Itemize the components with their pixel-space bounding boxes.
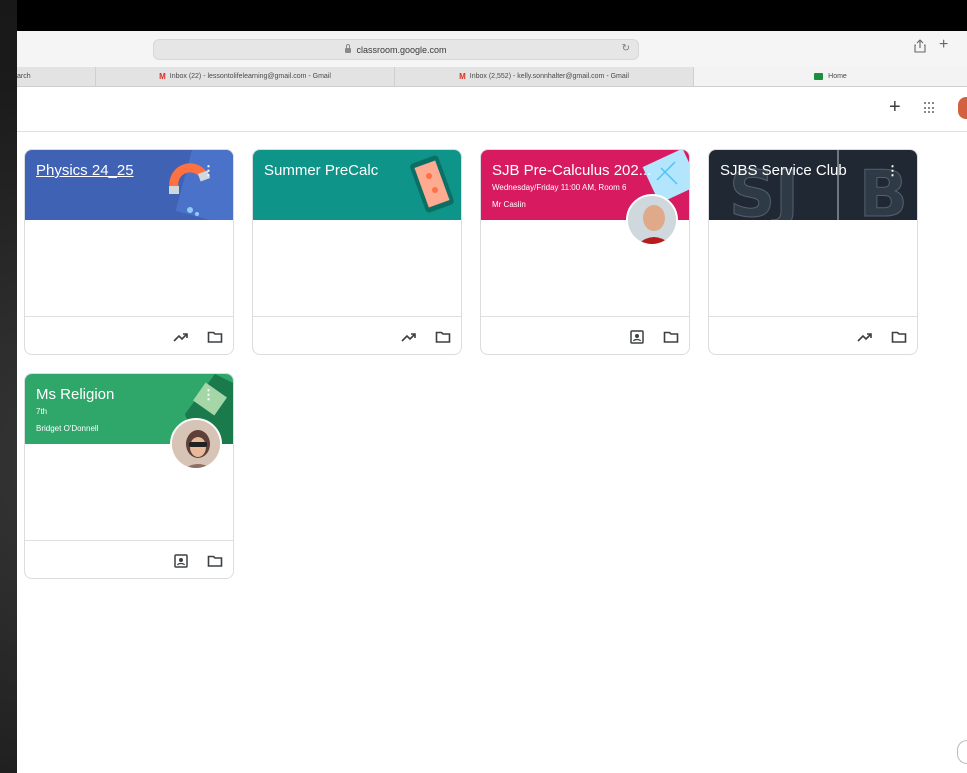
folder-icon[interactable] bbox=[207, 330, 223, 344]
gmail-icon: M bbox=[459, 72, 466, 81]
class-card-sjb-precalculus[interactable]: SJB Pre-Calculus 202... Wednesday/Friday… bbox=[480, 149, 690, 355]
assignment-ind-icon[interactable] bbox=[629, 330, 645, 344]
tab-home[interactable]: Home bbox=[694, 67, 967, 86]
apps-grid-icon[interactable] bbox=[924, 102, 936, 114]
folder-icon[interactable] bbox=[207, 554, 223, 568]
folder-icon[interactable] bbox=[663, 330, 679, 344]
more-options-icon[interactable]: ⋮ bbox=[202, 388, 215, 401]
class-teacher: Bridget O'Donnell bbox=[36, 424, 99, 433]
lock-icon bbox=[345, 44, 352, 53]
phone-illustration bbox=[410, 155, 454, 213]
class-title[interactable]: SJB Pre-Calculus 202... bbox=[492, 162, 651, 179]
tab-label: Inbox (2,552) - kelly.sonnhalter@gmail.c… bbox=[469, 73, 629, 80]
teacher-avatar bbox=[626, 194, 678, 246]
folder-icon[interactable] bbox=[891, 330, 907, 344]
reload-icon[interactable]: ↻ bbox=[622, 43, 630, 54]
card-footer bbox=[253, 316, 461, 354]
card-footer bbox=[481, 316, 689, 354]
class-section: 7th bbox=[36, 407, 48, 416]
class-title[interactable]: Physics 24_25 bbox=[36, 162, 134, 179]
trending-icon[interactable] bbox=[401, 330, 417, 344]
assignment-ind-icon[interactable] bbox=[173, 554, 189, 568]
trending-icon[interactable] bbox=[173, 330, 189, 344]
share-icon[interactable] bbox=[914, 39, 926, 56]
tab-strip: arch M Inbox (22) - lessontolifelearning… bbox=[17, 67, 967, 87]
classroom-icon bbox=[814, 73, 824, 80]
class-section: Wednesday/Friday 11:00 AM, Room 6 bbox=[492, 183, 627, 192]
class-banner: SJ B SJBS Service Club ⋮ bbox=[709, 150, 917, 220]
tab-partial[interactable]: arch bbox=[17, 67, 96, 86]
tab-label: arch bbox=[17, 73, 31, 80]
folder-icon[interactable] bbox=[435, 330, 451, 344]
class-title[interactable]: Summer PreCalc bbox=[264, 162, 378, 179]
card-footer bbox=[25, 316, 233, 354]
more-options-icon[interactable]: ⋮ bbox=[886, 164, 899, 177]
class-card-summer-precalc[interactable]: Summer PreCalc bbox=[252, 149, 462, 355]
svg-text:B: B bbox=[859, 158, 908, 220]
more-options-icon[interactable]: ⋮ bbox=[202, 164, 215, 177]
browser-toolbar: classroom.google.com ↻ + bbox=[17, 31, 967, 67]
magnet-illustration bbox=[169, 150, 233, 220]
teacher-avatar bbox=[170, 418, 222, 470]
card-footer bbox=[709, 316, 917, 354]
class-card-ms-religion[interactable]: Ms Religion 7th Bridget O'Donnell ⋮ bbox=[24, 373, 234, 579]
tab-label: Home bbox=[828, 73, 847, 80]
trending-icon[interactable] bbox=[857, 330, 873, 344]
address-bar[interactable]: classroom.google.com ↻ bbox=[153, 39, 639, 60]
class-banner: Physics 24_25 ⋮ bbox=[25, 150, 233, 220]
class-card-physics[interactable]: Physics 24_25 ⋮ bbox=[24, 149, 234, 355]
tab-label: Inbox (22) - lessontolifelearning@gmail.… bbox=[169, 73, 331, 80]
card-footer bbox=[25, 540, 233, 578]
classroom-header: + bbox=[17, 87, 967, 132]
create-button[interactable]: + bbox=[889, 96, 901, 119]
sjbs-banner-graphic: SJ B bbox=[729, 150, 908, 220]
class-title[interactable]: SJBS Service Club bbox=[720, 162, 847, 179]
class-title[interactable]: Ms Religion bbox=[36, 386, 114, 403]
new-tab-icon[interactable]: + bbox=[939, 36, 948, 54]
url-text: classroom.google.com bbox=[356, 44, 447, 55]
tab-gmail-kelly[interactable]: M Inbox (2,552) - kelly.sonnhalter@gmail… bbox=[395, 67, 694, 86]
gmail-icon: M bbox=[159, 72, 166, 81]
window-titlebar bbox=[17, 0, 967, 31]
class-banner: Summer PreCalc bbox=[253, 150, 461, 220]
class-teacher: Mr Caslin bbox=[492, 200, 526, 209]
tab-gmail-lessontolife[interactable]: M Inbox (22) - lessontolifelearning@gmai… bbox=[96, 67, 395, 86]
help-button-edge[interactable] bbox=[957, 740, 967, 764]
class-card-sjbs-service-club[interactable]: SJ B SJBS Service Club ⋮ bbox=[708, 149, 918, 355]
browser-window: classroom.google.com ↻ + arch M Inbox (2… bbox=[17, 0, 967, 773]
account-avatar[interactable] bbox=[958, 97, 967, 119]
